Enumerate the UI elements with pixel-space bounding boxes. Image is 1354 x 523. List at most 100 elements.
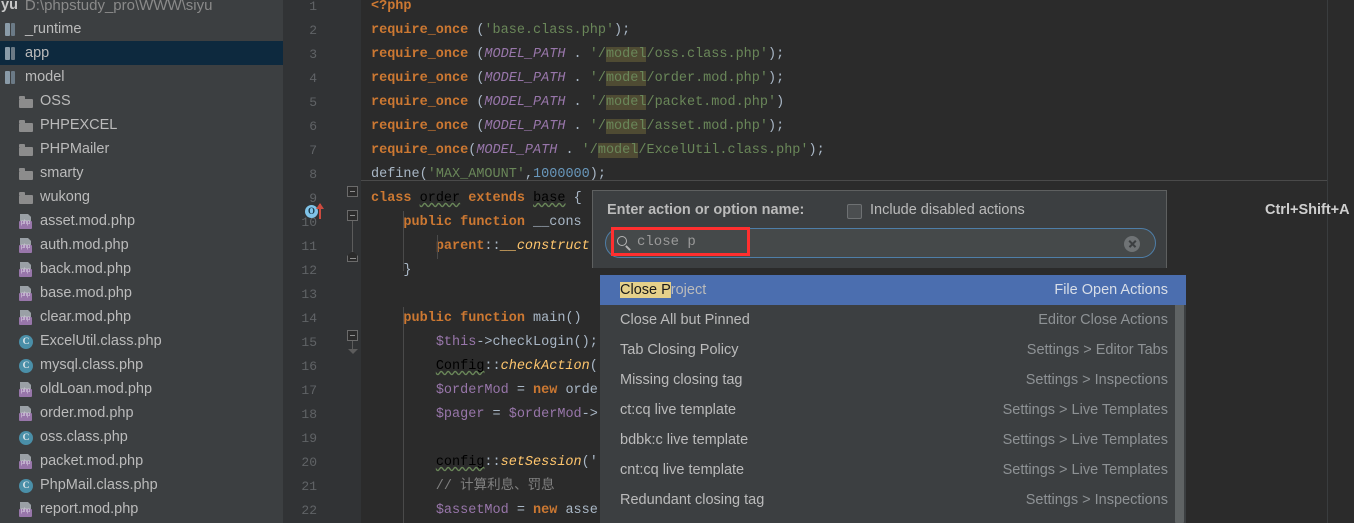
line-number: 11: [301, 239, 317, 254]
project-tree-panel[interactable]: yu D:\phpstudy_pro\WWW\siyu _runtimeapp m…: [0, 0, 283, 523]
result-name: bdbk:c live template: [620, 432, 749, 448]
code-line: require_once (MODEL_PATH . '/model/order…: [371, 71, 785, 86]
tree-item-packet-mod-php[interactable]: php packet.mod.php: [0, 449, 283, 473]
result-source: Editor Close Actions: [1038, 312, 1168, 328]
php-file-icon: php: [18, 213, 35, 230]
results-scrollbar[interactable]: [1173, 275, 1186, 523]
php-file-icon: php: [18, 501, 35, 518]
line-number: 5: [309, 95, 317, 110]
php-file-icon: php: [18, 309, 35, 326]
line-number: 12: [301, 263, 317, 278]
editor-vertical-border: [1327, 0, 1328, 523]
result-row[interactable]: Tab Closing Policy Settings > Editor Tabs: [600, 335, 1186, 365]
code-line: }: [371, 263, 412, 278]
fold-range-line: [352, 221, 353, 251]
tree-item-phpmail-class-php[interactable]: C PhpMail.class.php: [0, 473, 283, 497]
result-name: Close Project: [620, 282, 707, 298]
tree-item-order-mod-php[interactable]: php order.mod.php: [0, 401, 283, 425]
tree-item-wukong[interactable]: wukong: [0, 185, 283, 209]
tree-item-asset-mod-php[interactable]: php asset.mod.php: [0, 209, 283, 233]
code-line: require_once (MODEL_PATH . '/model/packe…: [371, 95, 785, 110]
php-class-icon: C: [18, 429, 35, 446]
tree-item-label: _runtime: [25, 21, 82, 37]
tree-item-clear-mod-php[interactable]: php clear.mod.php: [0, 305, 283, 329]
code-line: $assetMod = new asse: [435, 503, 598, 518]
line-number: 3: [309, 47, 317, 62]
tree-item-app[interactable]: app: [0, 41, 283, 65]
tree-item-label: PHPEXCEL: [40, 117, 118, 133]
line-number: 18: [301, 407, 317, 422]
tree-item-mysql-class-php[interactable]: Cmysql.class.php: [0, 353, 283, 377]
code-folding-column[interactable]: [347, 0, 361, 523]
tree-item-report-mod-php[interactable]: php report.mod.php: [0, 497, 283, 521]
project-name: yu: [1, 0, 18, 13]
tree-item-model[interactable]: model: [0, 65, 283, 89]
result-source: Settings > Inspections: [1025, 492, 1168, 508]
code-line: Config::checkAction(: [435, 359, 598, 374]
folder-icon: [18, 93, 35, 110]
line-number: 16: [301, 359, 317, 374]
tree-item-label: app: [25, 45, 50, 61]
tree-item-label: smarty: [40, 165, 84, 181]
folder-icon: [18, 117, 35, 134]
include-disabled-actions-checkbox[interactable]: [847, 204, 862, 219]
php-class-icon: C: [18, 333, 35, 350]
result-row[interactable]: ct:cq live template Settings > Live Templ…: [600, 395, 1186, 425]
result-name-match: Close P: [620, 282, 671, 298]
result-row[interactable]: Close Project File Open Actions: [600, 275, 1186, 305]
php-file-icon: php: [18, 405, 35, 422]
code-line: require_once (MODEL_PATH . '/model/oss.c…: [371, 47, 785, 62]
folder-icon: [18, 165, 35, 182]
overriding-method-gutter-icon[interactable]: O: [305, 203, 331, 221]
php-file-icon: php: [18, 261, 35, 278]
line-number: 13: [301, 287, 317, 302]
php-file-icon: php: [18, 285, 35, 302]
tree-item-label: report.mod.php: [40, 501, 139, 517]
tree-item--runtime[interactable]: _runtime: [0, 17, 283, 41]
tree-item-oldloan-mod-php[interactable]: php oldLoan.mod.php: [0, 377, 283, 401]
line-number: 22: [301, 503, 317, 518]
tree-item-base-mod-php[interactable]: php base.mod.php: [0, 281, 283, 305]
result-row[interactable]: bdbk:c live template Settings > Live Temp…: [600, 425, 1186, 455]
results-scrollbar-thumb[interactable]: [1175, 275, 1184, 523]
fold-icon[interactable]: [347, 210, 358, 221]
project-path-row: yu D:\phpstudy_pro\WWW\siyu: [0, 0, 283, 16]
tree-item-label: oldLoan.mod.php: [40, 381, 153, 397]
tree-item-phpmailer[interactable]: PHPMailer: [0, 137, 283, 161]
result-name: Close All but Pinned: [620, 312, 750, 328]
tree-item-oss[interactable]: OSS: [0, 89, 283, 113]
result-row[interactable]: Close All but Pinned Editor Close Actions: [600, 305, 1186, 335]
fold-end-icon[interactable]: [347, 251, 358, 262]
folder-icon: [18, 189, 35, 206]
php-class-icon: C: [18, 357, 35, 374]
fold-icon[interactable]: [347, 186, 358, 197]
result-source: Settings > Live Templates: [1002, 462, 1168, 478]
result-row[interactable]: Missing closing tag Settings > Inspection…: [600, 365, 1186, 395]
find-action-popup[interactable]: Enter action or option name: Include dis…: [592, 190, 1350, 268]
tree-item-phpexcel[interactable]: PHPEXCEL: [0, 113, 283, 137]
editor-gutter[interactable]: 1234567891011121314151617181920212223 O: [283, 0, 361, 523]
tree-item-label: asset.mod.php: [40, 213, 136, 229]
tree-item-label: order.mod.php: [40, 405, 134, 421]
tree-item-smarty[interactable]: smarty: [0, 161, 283, 185]
tree-item-back-mod-php[interactable]: php back.mod.php: [0, 257, 283, 281]
code-line: class order extends base {: [371, 191, 582, 206]
code-line: <?php: [371, 0, 412, 14]
tree-item-label: oss.class.php: [40, 429, 128, 445]
find-action-search-field[interactable]: close p: [605, 228, 1156, 258]
find-action-header: Enter action or option name: Include dis…: [592, 190, 1350, 268]
fold-icon[interactable]: [347, 330, 358, 341]
module-icon: [3, 69, 20, 86]
result-name: Tab Closing Policy: [620, 342, 739, 358]
tree-item-excelutil-class-php[interactable]: C ExcelUtil.class.php: [0, 329, 283, 353]
result-row[interactable]: cnt:cq live template Settings > Live Temp…: [600, 455, 1186, 485]
line-number: 15: [301, 335, 317, 350]
tree-item-oss-class-php[interactable]: Coss.class.php: [0, 425, 283, 449]
line-number: 1: [309, 0, 317, 14]
result-row[interactable]: Redundant closing tag Settings > Inspecti…: [600, 485, 1186, 515]
clear-icon[interactable]: [1124, 236, 1140, 252]
find-action-results-list[interactable]: Close Project File Open Actions Close All …: [600, 275, 1186, 523]
tree-item-auth-mod-php[interactable]: php auth.mod.php: [0, 233, 283, 257]
code-line: $orderMod = new orde: [435, 383, 598, 398]
tree-item-label: clear.mod.php: [40, 309, 132, 325]
